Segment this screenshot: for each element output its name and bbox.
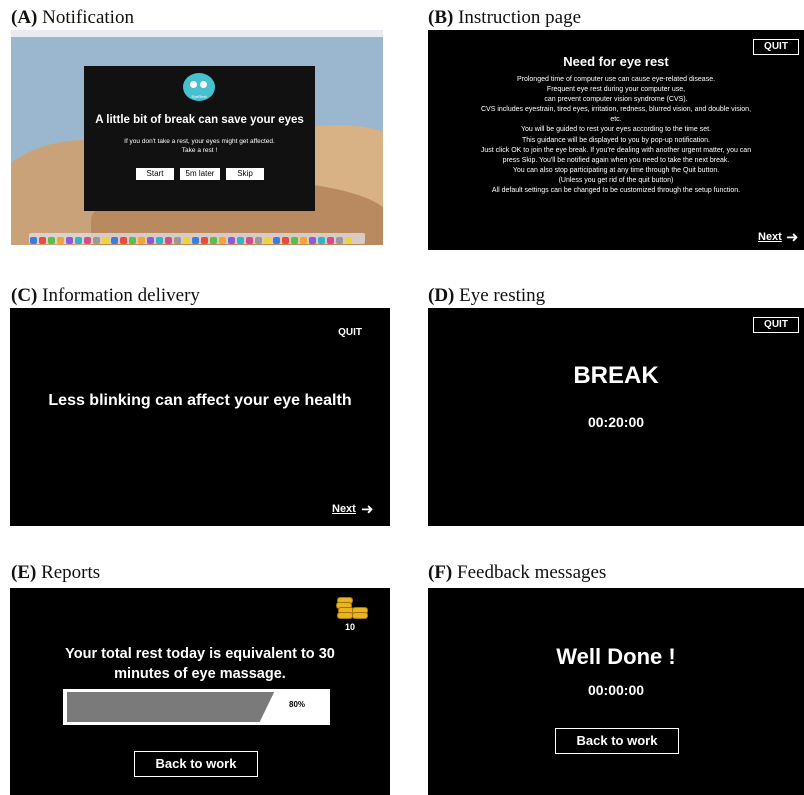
next-link[interactable]: Next xyxy=(758,231,782,243)
dock-app-icon[interactable] xyxy=(237,237,244,244)
feedback-screen: Well Done ! 00:00:00 Back to work xyxy=(428,588,804,795)
dock-app-icon[interactable] xyxy=(183,237,190,244)
dock-app-icon[interactable] xyxy=(30,237,37,244)
notification-subtext-1: If you don't take a rest, your eyes migh… xyxy=(124,138,275,145)
dock-app-icon[interactable] xyxy=(75,237,82,244)
instruction-line: can prevent computer vision syndrome (CV… xyxy=(544,96,688,104)
dock-app-icon[interactable] xyxy=(336,237,343,244)
dock-app-icon[interactable] xyxy=(210,237,217,244)
dock-app-icon[interactable] xyxy=(273,237,280,244)
dock-app-icon[interactable] xyxy=(84,237,91,244)
dock-app-icon[interactable] xyxy=(228,237,235,244)
report-message-line: Your total rest today is equivalent to 3… xyxy=(65,646,335,662)
dock-app-icon[interactable] xyxy=(48,237,55,244)
next-link[interactable]: Next xyxy=(332,503,356,515)
dock-app-icon[interactable] xyxy=(201,237,208,244)
notification-headline: A little bit of break can save your eyes xyxy=(95,114,304,126)
dock-app-icon[interactable] xyxy=(174,237,181,244)
dock-app-icon[interactable] xyxy=(165,237,172,244)
dock-app-icon[interactable] xyxy=(156,237,163,244)
skip-button[interactable]: Skip xyxy=(226,168,264,180)
arrow-right-icon[interactable]: ➜ xyxy=(786,230,799,245)
instruction-line: Frequent eye rest during your computer u… xyxy=(546,86,686,94)
instruction-line: (Unless you get rid of the quit button) xyxy=(558,176,674,184)
dock-app-icon[interactable] xyxy=(147,237,154,244)
instruction-line: All default settings can be changed to b… xyxy=(491,187,741,195)
dock-app-icon[interactable] xyxy=(264,237,271,244)
information-message: Less blinking can affect your eye health xyxy=(48,392,352,409)
dock-app-icon[interactable] xyxy=(300,237,307,244)
notification-popup: EyeRest A little bit of break can save y… xyxy=(84,66,315,211)
mac-dock[interactable] xyxy=(29,233,365,244)
instruction-line: CVS includes eyestrain, tired eyes, irri… xyxy=(480,106,752,114)
caption-b: (B) Instruction page xyxy=(428,7,582,28)
caption-a: (A) Notification xyxy=(11,7,134,28)
notification-screen: EyeRest A little bit of break can save y… xyxy=(11,30,383,245)
instruction-line: This guidance will be displayed to you b… xyxy=(522,136,710,144)
dock-app-icon[interactable] xyxy=(111,237,118,244)
instruction-title: Need for eye rest xyxy=(563,54,669,69)
report-message: Your total rest today is equivalent to 3… xyxy=(10,644,390,684)
dock-app-icon[interactable] xyxy=(255,237,262,244)
dock-app-icon[interactable] xyxy=(291,237,298,244)
dock-app-icon[interactable] xyxy=(282,237,289,244)
dock-app-icon[interactable] xyxy=(66,237,73,244)
dock-app-icon[interactable] xyxy=(102,237,109,244)
instruction-line: etc. xyxy=(610,116,622,124)
dock-app-icon[interactable] xyxy=(120,237,127,244)
quit-button[interactable]: QUIT xyxy=(338,327,362,338)
eye-resting-screen: QUIT BREAK 00:20:00 xyxy=(428,308,804,526)
instruction-body: Prolonged time of computer use can cause… xyxy=(434,75,798,196)
instruction-line: Just click OK to join the eye break. If … xyxy=(480,146,752,154)
information-screen: QUIT Less blinking can affect your eye h… xyxy=(10,308,390,526)
rest-progress-fill xyxy=(67,692,275,722)
logo-label: EyeRest xyxy=(191,94,207,99)
coins-icon xyxy=(335,597,368,619)
caption-d: (D) Eye resting xyxy=(428,285,546,306)
report-message-line: minutes of eye massage. xyxy=(114,666,286,682)
feedback-title: Well Done ! xyxy=(556,644,676,669)
dock-app-icon[interactable] xyxy=(39,237,46,244)
caption-e: (E) Reports xyxy=(11,562,101,583)
start-button[interactable]: Start xyxy=(136,168,174,180)
rest-progress-bar: 80% xyxy=(63,689,330,725)
quit-button[interactable]: QUIT xyxy=(753,39,799,55)
mac-menubar xyxy=(11,30,383,37)
rest-progress-label: 80% xyxy=(289,700,306,709)
dock-app-icon[interactable] xyxy=(192,237,199,244)
later-button[interactable]: 5m later xyxy=(180,168,220,180)
instruction-line: press Skip. You'll be notified again whe… xyxy=(502,156,730,164)
dock-app-icon[interactable] xyxy=(318,237,325,244)
instruction-line: You will be guided to rest your eyes acc… xyxy=(520,126,711,134)
back-to-work-button[interactable]: Back to work xyxy=(555,728,679,754)
dock-app-icon[interactable] xyxy=(138,237,145,244)
dock-app-icon[interactable] xyxy=(345,237,352,244)
break-timer: 00:20:00 xyxy=(587,414,645,430)
caption-c: (C) Information delivery xyxy=(11,285,200,306)
break-title: BREAK xyxy=(573,362,659,389)
feedback-timer: 00:00:00 xyxy=(587,682,645,698)
dock-app-icon[interactable] xyxy=(309,237,316,244)
dock-app-icon[interactable] xyxy=(57,237,64,244)
coin-count: 10 xyxy=(345,622,356,632)
dock-app-icon[interactable] xyxy=(129,237,136,244)
notification-subtext-2: Take a rest ! xyxy=(181,147,218,154)
instruction-screen: QUIT Need for eye rest Prolonged time of… xyxy=(428,30,804,250)
dock-app-icon[interactable] xyxy=(219,237,226,244)
dock-app-icon[interactable] xyxy=(93,237,100,244)
instruction-line: Prolonged time of computer use can cause… xyxy=(516,76,716,83)
arrow-right-icon[interactable]: ➜ xyxy=(361,502,374,517)
instruction-line: You can also stop participating at any t… xyxy=(512,166,720,174)
quit-button[interactable]: QUIT xyxy=(753,317,799,333)
eyerest-logo-icon: EyeRest xyxy=(183,73,215,101)
dock-app-icon[interactable] xyxy=(327,237,334,244)
dock-app-icon[interactable] xyxy=(246,237,253,244)
caption-f: (F) Feedback messages xyxy=(428,562,607,583)
back-to-work-button[interactable]: Back to work xyxy=(134,751,258,777)
